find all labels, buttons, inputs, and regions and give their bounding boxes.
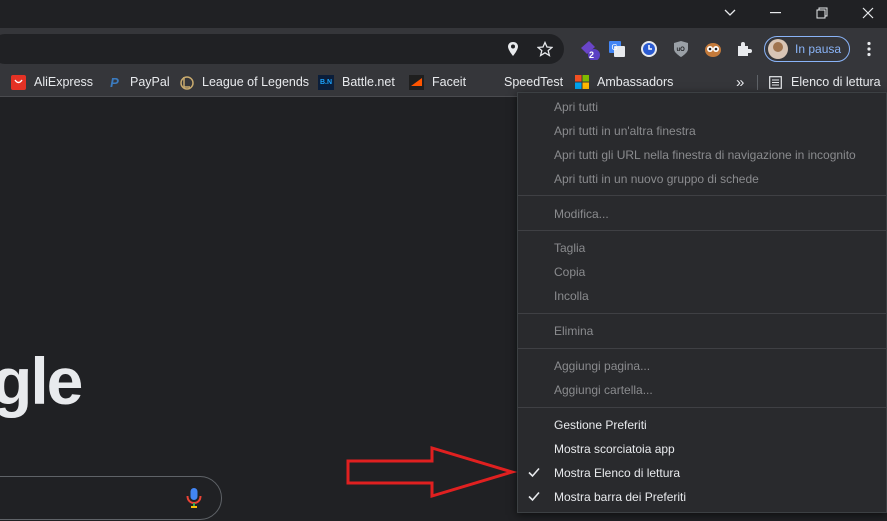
bookmark-league-of-legends[interactable]: League of Legends — [179, 68, 309, 96]
menu-item-label: Incolla — [554, 289, 589, 303]
location-button[interactable] — [502, 38, 524, 60]
menu-item-open-all-tab-group[interactable]: Apri tutti in un nuovo gruppo di schede — [518, 167, 887, 191]
extension-clock[interactable] — [638, 38, 660, 60]
ublock-extension[interactable]: uO — [670, 38, 692, 60]
bookmark-label: AliExpress — [34, 75, 94, 89]
reading-list-icon — [768, 75, 783, 90]
faceit-icon — [409, 74, 424, 90]
bookmark-label: Faceit — [432, 75, 467, 89]
bookmark-faceit[interactable]: Faceit — [409, 68, 466, 96]
menu-separator — [518, 348, 886, 349]
extension-badge: 2 — [589, 50, 595, 60]
menu-item-add-page[interactable]: Aggiungi pagina... — [518, 354, 887, 378]
bookmarks-divider — [757, 75, 758, 90]
bookmark-paypal[interactable]: P PayPal — [107, 68, 170, 96]
star-icon — [537, 41, 553, 57]
menu-item-label: Aggiungi pagina... — [554, 359, 651, 373]
checkmark-icon — [528, 467, 540, 478]
bookmark-battlenet[interactable]: B.N Battle.net — [318, 68, 395, 96]
minimize-icon — [770, 12, 781, 14]
google-translate-icon: G — [609, 41, 625, 57]
chrome-menu-button[interactable] — [858, 38, 880, 60]
chevron-down-icon — [724, 9, 736, 16]
menu-item-show-bookmarks-bar[interactable]: Mostra barra dei Preferiti — [518, 485, 887, 509]
menu-separator — [518, 407, 886, 408]
menu-item-show-reading-list[interactable]: Mostra Elenco di lettura — [518, 461, 887, 485]
menu-item-add-folder[interactable]: Aggiungi cartella... — [518, 378, 887, 402]
clock-extension-icon — [641, 41, 657, 57]
menu-item-delete[interactable]: Elimina — [518, 319, 887, 343]
bookmark-star-button[interactable] — [534, 38, 556, 60]
address-bar[interactable] — [0, 34, 564, 64]
reading-list-label: Elenco di lettura — [791, 75, 881, 89]
menu-item-paste[interactable]: Incolla — [518, 284, 887, 308]
svg-text:uO: uO — [677, 47, 686, 53]
bookmark-label: PayPal — [130, 75, 170, 89]
menu-separator — [518, 313, 886, 314]
profile-button[interactable]: In pausa — [764, 36, 850, 62]
google-logo-fragment: gle — [0, 344, 83, 418]
menu-item-label: Copia — [554, 265, 586, 279]
menu-item-label: Modifica... — [554, 207, 609, 221]
checkmark-icon — [528, 491, 540, 502]
menu-item-copy[interactable]: Copia — [518, 260, 887, 284]
double-chevron-right-icon: » — [736, 73, 745, 91]
menu-item-show-apps-shortcut[interactable]: Mostra scorciatoia app — [518, 437, 887, 461]
menu-item-cut[interactable]: Taglia — [518, 236, 887, 260]
menu-item-label: Mostra Elenco di lettura — [554, 466, 681, 480]
ublock-shield-icon: uO — [674, 41, 688, 57]
kebab-menu-icon — [867, 41, 871, 57]
puzzle-icon — [738, 42, 752, 56]
menu-item-label: Mostra barra dei Preferiti — [554, 490, 687, 504]
close-icon — [862, 7, 874, 19]
aliexpress-icon — [11, 74, 26, 90]
restore-icon — [816, 7, 828, 19]
tab-search-button[interactable] — [707, 0, 753, 26]
menu-item-open-all-incognito[interactable]: Apri tutti gli URL nella finestra di nav… — [518, 143, 887, 167]
menu-item-open-all-new-window[interactable]: Apri tutti in un'altra finestra — [518, 119, 887, 143]
paypal-icon: P — [110, 74, 119, 90]
owl-extension[interactable] — [702, 38, 724, 60]
close-button[interactable] — [845, 0, 887, 26]
voice-search-button[interactable] — [184, 486, 204, 510]
owl-icon — [705, 43, 721, 57]
menu-separator — [518, 230, 886, 231]
menu-separator — [518, 195, 886, 196]
menu-item-label: Mostra scorciatoia app — [554, 442, 675, 456]
menu-item-label: Taglia — [554, 241, 586, 255]
profile-status: In pausa — [795, 42, 842, 56]
restore-button[interactable] — [799, 0, 845, 26]
extension-purple[interactable]: 2 — [576, 38, 602, 60]
microphone-icon — [186, 488, 202, 508]
menu-item-label: Aggiungi cartella... — [554, 383, 653, 397]
menu-item-label: Apri tutti in un nuovo gruppo di schede — [554, 172, 759, 186]
menu-item-label: Apri tutti — [554, 100, 599, 114]
microsoft-icon — [574, 75, 589, 90]
menu-item-edit[interactable]: Modifica... — [518, 202, 887, 226]
annotation-arrow-icon — [346, 445, 518, 499]
menu-item-bookmark-manager[interactable]: Gestione Preferiti — [518, 413, 887, 437]
menu-item-label: Elimina — [554, 324, 594, 338]
location-pin-icon — [508, 42, 518, 56]
extensions-button[interactable] — [733, 38, 755, 60]
bookmark-label: SpeedTest — [504, 75, 564, 89]
title-bar — [0, 0, 887, 28]
bookmark-label: Ambassadors — [597, 75, 674, 89]
menu-item-label: Apri tutti in un'altra finestra — [554, 124, 696, 138]
bookmark-label: League of Legends — [202, 75, 310, 89]
menu-item-open-all[interactable]: Apri tutti — [518, 95, 887, 119]
league-icon — [179, 75, 194, 90]
avatar — [768, 39, 788, 59]
minimize-button[interactable] — [753, 0, 799, 26]
battlenet-icon: B.N — [318, 74, 334, 90]
svg-text:G: G — [612, 43, 618, 52]
bookmark-aliexpress[interactable]: AliExpress — [11, 68, 93, 96]
bookmarks-context-menu: Apri tutti Apri tutti in un'altra finest… — [517, 92, 887, 513]
menu-item-label: Apri tutti gli URL nella finestra di nav… — [554, 148, 856, 162]
bookmark-label: Battle.net — [342, 75, 395, 89]
menu-item-label: Gestione Preferiti — [554, 418, 647, 432]
translate-extension[interactable]: G — [606, 38, 628, 60]
